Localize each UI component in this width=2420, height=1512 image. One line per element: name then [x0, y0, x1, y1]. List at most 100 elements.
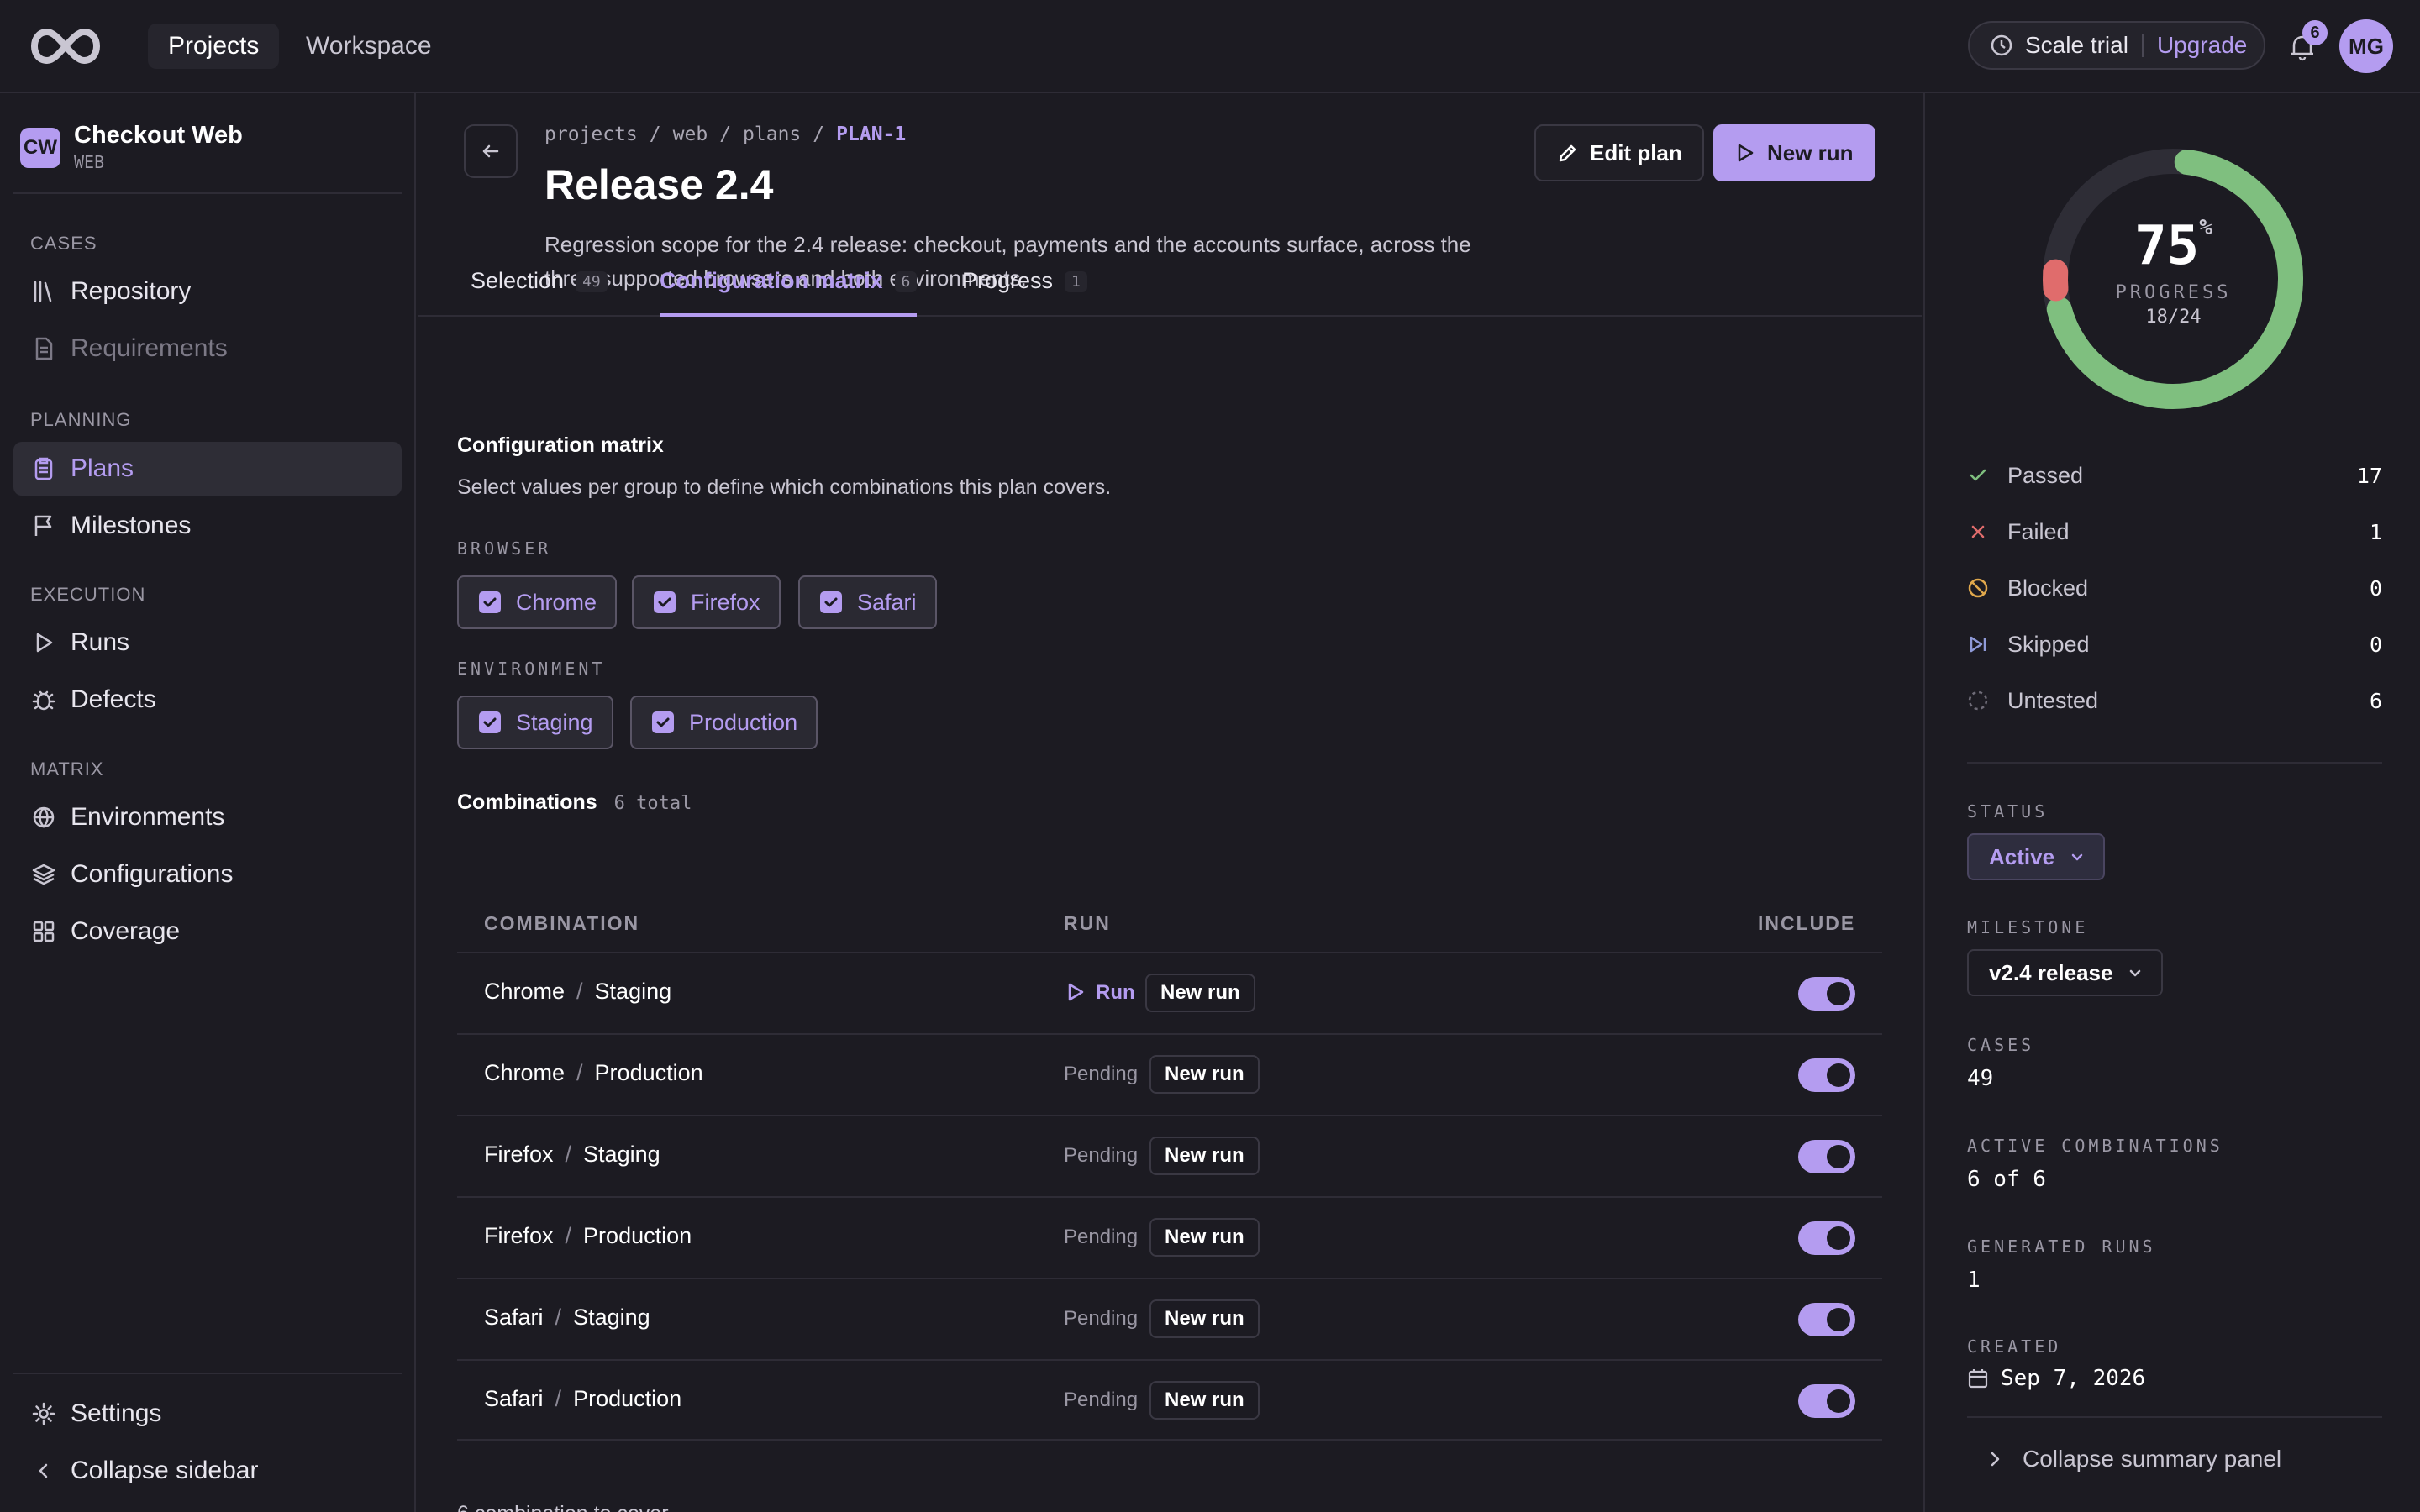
combination-cell: Chrome / Staging — [484, 979, 672, 1004]
app-logo-icon[interactable] — [25, 25, 106, 67]
tab-configuration-matrix[interactable]: Configuration matrix 6 — [660, 268, 918, 317]
edit-plan-button[interactable]: Edit plan — [1534, 124, 1704, 181]
divider — [2141, 34, 2144, 57]
section-label-cases: CASES — [30, 233, 97, 254]
toggle-knob — [1827, 1308, 1850, 1331]
new-run-button[interactable]: New run — [1150, 1381, 1260, 1420]
new-run-button[interactable]: New run — [1150, 1218, 1260, 1257]
collapse-summary-label: Collapse summary panel — [2023, 1446, 2282, 1472]
sidebar-item-label: Coverage — [71, 917, 181, 945]
chip-browser-firefox[interactable]: Firefox — [632, 575, 781, 629]
new-run-button[interactable]: New run — [1150, 1137, 1260, 1175]
chip-label: Safari — [857, 589, 917, 615]
new-run-button[interactable]: New run — [1150, 1055, 1260, 1094]
generated-runs-value: 1 — [1967, 1268, 1981, 1293]
chip-env-staging[interactable]: Staging — [457, 696, 613, 749]
sidebar-item-label: Defects — [71, 685, 156, 713]
include-toggle[interactable] — [1798, 1140, 1855, 1173]
chip-browser-safari[interactable]: Safari — [798, 575, 937, 629]
created-label: CREATED — [1967, 1336, 2062, 1357]
run-status: Pending — [1064, 1144, 1139, 1167]
nav-tab-projects[interactable]: Projects — [148, 24, 280, 69]
progress-gauge — [2034, 140, 2312, 417]
new-run-button[interactable]: New run — [1145, 974, 1255, 1012]
blocked-icon — [1967, 577, 1992, 599]
stat-value: 6 — [2369, 688, 2382, 713]
breadcrumb-item[interactable]: projects — [544, 123, 638, 145]
run-status: Pending — [1064, 1226, 1139, 1248]
combination-cell: Safari / Production — [484, 1386, 682, 1411]
project-badge[interactable]: CW — [20, 128, 60, 168]
tab-selection[interactable]: Selection 49 — [471, 268, 608, 317]
milestone-label: MILESTONE — [1967, 917, 2089, 937]
gear-icon — [30, 1400, 57, 1427]
include-toggle[interactable] — [1798, 977, 1855, 1011]
include-toggle[interactable] — [1798, 1303, 1855, 1336]
include-toggle[interactable] — [1798, 1384, 1855, 1418]
active-combinations-label: ACTIVE COMBINATIONS — [1967, 1136, 2223, 1156]
section-label-execution: EXECUTION — [30, 584, 146, 605]
sidebar-item-label: Collapse sidebar — [71, 1457, 259, 1484]
stat-label: Failed — [2007, 518, 2070, 544]
stat-label: Untested — [2007, 687, 2099, 713]
sidebar-item-label: Requirements — [71, 334, 228, 362]
collapse-summary-button[interactable]: Collapse summary panel — [1984, 1446, 2281, 1473]
cases-value: 49 — [1967, 1066, 1994, 1091]
sidebar-item-milestones[interactable]: Milestones — [13, 499, 402, 553]
edit-plan-label: Edit plan — [1590, 139, 1682, 165]
library-icon — [30, 278, 57, 305]
combination-cell: Chrome / Production — [484, 1060, 703, 1085]
toggle-knob — [1827, 1389, 1850, 1413]
stat-untested: Untested 6 — [1967, 684, 2382, 717]
sidebar-item-repository[interactable]: Repository — [13, 265, 402, 318]
chip-browser-chrome[interactable]: Chrome — [457, 575, 618, 629]
matrix-title: Configuration matrix — [457, 433, 664, 457]
clipboard-icon — [30, 455, 57, 482]
run-status: Pending — [1064, 1389, 1139, 1411]
sidebar-item-plans[interactable]: Plans — [13, 442, 402, 496]
pencil-icon — [1556, 141, 1580, 165]
sidebar-item-settings[interactable]: Settings — [13, 1387, 402, 1441]
new-run-button[interactable]: New run — [1150, 1299, 1260, 1338]
sidebar-item-configurations[interactable]: Configurations — [13, 848, 402, 901]
sidebar-item-environments[interactable]: Environments — [13, 790, 402, 844]
run-link[interactable]: Run — [1096, 981, 1135, 1005]
notification-count-badge: 6 — [2302, 20, 2328, 45]
upgrade-link[interactable]: Upgrade — [2157, 32, 2247, 59]
chip-env-production[interactable]: Production — [630, 696, 818, 749]
calendar-icon — [1967, 1368, 1989, 1389]
progress-count: 18/24 — [2145, 307, 2202, 328]
include-toggle[interactable] — [1798, 1058, 1855, 1092]
nav-tab-workspace[interactable]: Workspace — [286, 24, 452, 69]
cases-label: CASES — [1967, 1035, 2035, 1055]
trial-pill: Scale trial Upgrade — [1968, 21, 2265, 70]
sidebar-item-coverage[interactable]: Coverage — [13, 905, 402, 958]
back-button[interactable] — [464, 124, 518, 178]
bug-icon — [30, 686, 57, 713]
breadcrumb-item[interactable]: plans — [743, 123, 801, 145]
tab-label: Selection — [471, 268, 565, 293]
column-header: INCLUDE — [1758, 912, 1856, 934]
chip-label: Production — [689, 709, 798, 735]
toggle-knob — [1827, 1063, 1850, 1087]
progress-label: PROGRESS — [2115, 282, 2232, 303]
sidebar-item-requirements[interactable]: Requirements — [13, 322, 402, 375]
x-icon — [1967, 521, 1992, 543]
tab-progress[interactable]: Progress 1 — [962, 268, 1087, 317]
user-avatar[interactable]: MG — [2339, 19, 2393, 73]
breadcrumb-item[interactable]: web — [673, 123, 708, 145]
toggle-knob — [1827, 1226, 1850, 1250]
status-dropdown[interactable]: Active — [1967, 833, 2106, 880]
project-name[interactable]: Checkout Web — [74, 122, 243, 150]
sidebar-item-defects[interactable]: Defects — [13, 673, 402, 727]
sidebar-item-runs[interactable]: Runs — [13, 616, 402, 669]
section-label-planning: PLANNING — [30, 409, 132, 430]
new-run-button[interactable]: New run — [1713, 124, 1876, 181]
include-toggle[interactable] — [1798, 1221, 1855, 1255]
table-row: Safari / Production Pending New run — [457, 1359, 1882, 1441]
stat-blocked: Blocked 0 — [1967, 571, 2382, 605]
milestone-dropdown[interactable]: v2.4 release — [1967, 949, 2164, 996]
collapse-sidebar-button[interactable]: Collapse sidebar — [13, 1444, 402, 1498]
run-status: Pending — [1064, 1307, 1139, 1330]
clock-icon — [1990, 34, 2013, 57]
